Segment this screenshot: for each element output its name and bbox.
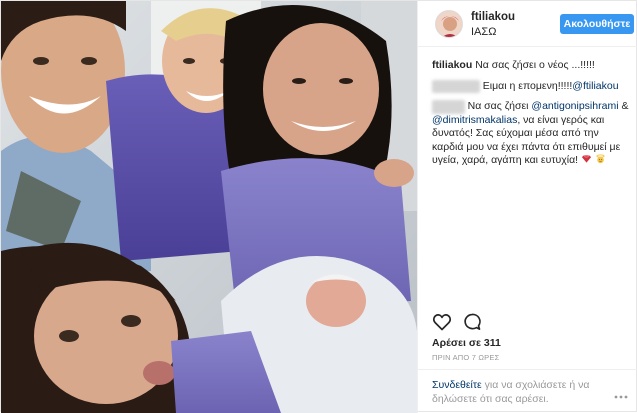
likes-count[interactable]: Αρέσει σε 311 (432, 337, 501, 349)
comment-text: Ειμαι η επομενη!!!!! (482, 79, 573, 92)
comments-list: ftiliakou Να σας ζήσει ο νέος ...!!!!! j… (432, 59, 632, 175)
angel-face-emoji-icon (596, 154, 605, 164)
comment-username-blurred[interactable]: jennykaxl (432, 79, 480, 93)
more-options-icon[interactable] (614, 394, 628, 400)
avatar[interactable] (435, 10, 463, 38)
login-prompt: Συνδεθείτε για να σχολιάσετε ή να δηλώσε… (432, 378, 632, 406)
comment-item: ftiliakou Να σας ζήσει ο νέος ...!!!!! (432, 59, 632, 73)
comment-text: Να σας ζήσει ο νέος ...!!!!! (475, 59, 595, 71)
instagram-post: ftiliakou ΙΑΣΩ Ακολουθήστε ftiliakou Να … (0, 0, 637, 413)
hospital-selfie-image (1, 1, 417, 413)
post-location[interactable]: ΙΑΣΩ (471, 26, 496, 38)
gem-heart-emoji-icon (581, 155, 592, 163)
comment-item: lelafilk Να σας ζήσει @antigonipsihrami … (432, 100, 632, 168)
login-link[interactable]: Συνδεθείτε (432, 379, 482, 391)
comment-username-blurred[interactable]: lelafilk (432, 100, 465, 114)
speech-bubble-icon[interactable] (462, 312, 482, 332)
comment-text-prefix: Να σας ζήσει (467, 100, 529, 112)
post-sidebar: ftiliakou ΙΑΣΩ Ακολουθήστε ftiliakou Να … (417, 1, 637, 413)
avatar-image (436, 11, 462, 37)
post-photo[interactable] (1, 1, 417, 413)
comment-mention[interactable]: @ftiliakou (572, 80, 618, 92)
comment-ampersand: & (621, 100, 629, 112)
comment-item: jennykaxl Ειμαι η επομενη!!!!!@ftiliakou (432, 79, 632, 93)
post-timestamp[interactable]: ΠΡΙΝ ΑΠΟ 7 ΩΡΕΣ (432, 353, 499, 362)
follow-button[interactable]: Ακολουθήστε (560, 14, 634, 34)
comment-username[interactable]: ftiliakou (432, 59, 472, 71)
post-username[interactable]: ftiliakou (471, 11, 515, 23)
heart-outline-icon[interactable] (432, 312, 452, 332)
comment-footer: Συνδεθείτε για να σχολιάσετε ή να δηλώσε… (418, 369, 637, 413)
comment-mention[interactable]: @antigonipsihrami (531, 100, 618, 112)
comment-mention[interactable]: @dimitrismakalias (432, 114, 517, 126)
post-actions (432, 312, 632, 334)
post-header: ftiliakou ΙΑΣΩ Ακολουθήστε (418, 1, 637, 47)
